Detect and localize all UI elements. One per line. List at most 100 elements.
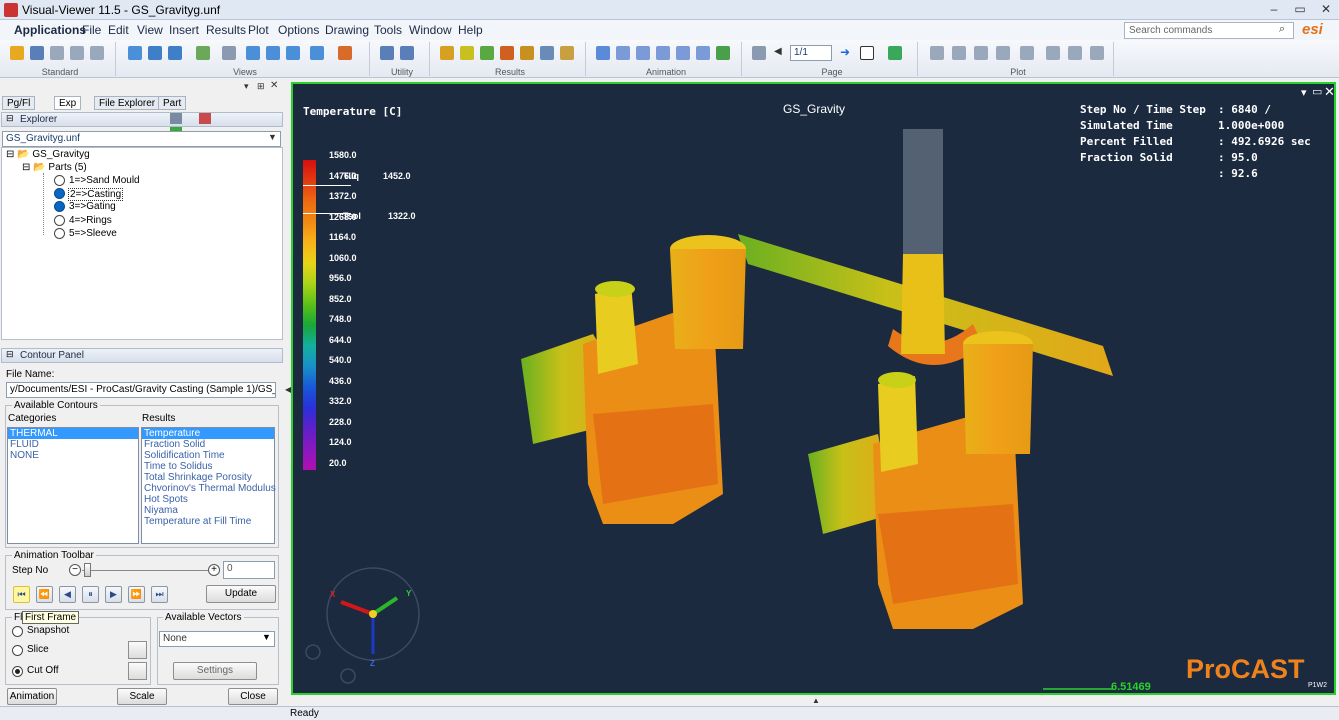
menu-view[interactable]: View xyxy=(137,23,163,37)
next-frame-button[interactable]: ▶ xyxy=(105,586,122,603)
step-slider-thumb[interactable] xyxy=(84,563,91,577)
plot-trend-icon[interactable] xyxy=(1068,46,1082,60)
anim-first-icon[interactable] xyxy=(616,46,630,60)
prev-frame-button[interactable]: ◀ xyxy=(59,586,76,603)
settings-button[interactable]: Settings xyxy=(173,662,257,680)
part-toggle-4[interactable] xyxy=(54,215,65,226)
plot-curve-icon[interactable] xyxy=(952,46,966,60)
tab-exp[interactable]: Exp xyxy=(54,96,82,110)
contour-icon[interactable] xyxy=(440,46,454,60)
plot-axis-icon[interactable] xyxy=(974,46,988,60)
3d-viewport[interactable]: Temperature [C] GS_Gravity ▾ ▭ ✕ 1580.0 1… xyxy=(291,82,1336,695)
minimize-button[interactable]: – xyxy=(1261,0,1287,18)
viewport-close-icon[interactable]: ✕ xyxy=(1324,84,1335,100)
result-temperature[interactable]: Temperature xyxy=(142,428,274,439)
close-panel-button[interactable]: Close xyxy=(228,688,278,705)
part-toggle-1[interactable] xyxy=(54,175,65,186)
part-toggle-2[interactable] xyxy=(54,188,65,199)
copy-icon[interactable] xyxy=(70,46,84,60)
menu-results[interactable]: Results xyxy=(206,23,246,37)
page-icon[interactable] xyxy=(752,46,766,60)
slice-radio[interactable] xyxy=(12,645,23,656)
open-icon[interactable] xyxy=(10,46,24,60)
category-thermal[interactable]: THERMAL xyxy=(8,428,138,439)
center-icon[interactable] xyxy=(286,46,300,60)
plot-new-icon[interactable] xyxy=(930,46,944,60)
anim-play-icon[interactable] xyxy=(676,46,690,60)
part-2[interactable]: 2=>Casting xyxy=(68,188,124,201)
fit-icon[interactable] xyxy=(246,46,260,60)
file-name-field[interactable]: y/Documents/ESI - ProCast/Gravity Castin… xyxy=(6,382,276,398)
update-button[interactable]: Update xyxy=(206,585,276,603)
layout-icon[interactable] xyxy=(860,46,874,60)
part-4[interactable]: 4=>Rings xyxy=(69,215,112,226)
cut-plane-icon[interactable] xyxy=(480,46,494,60)
menu-options[interactable]: Options xyxy=(278,23,319,37)
save-icon[interactable] xyxy=(30,46,44,60)
sort-icon[interactable] xyxy=(199,113,212,124)
measure-icon[interactable] xyxy=(380,46,394,60)
search-icon[interactable]: ⌕ xyxy=(1279,23,1285,36)
maximize-button[interactable]: ▭ xyxy=(1287,0,1313,18)
anim-back-icon[interactable] xyxy=(636,46,650,60)
isosurface-icon[interactable] xyxy=(460,46,474,60)
paste-icon[interactable] xyxy=(90,46,104,60)
result-total-shrinkage[interactable]: Total Shrinkage Porosity xyxy=(142,472,274,483)
viewport-dropdown-icon[interactable]: ▾ xyxy=(1301,86,1307,99)
next-page-icon[interactable]: ➜ xyxy=(840,45,850,59)
move-icon[interactable] xyxy=(310,46,324,60)
result-time-to-solidus[interactable]: Time to Solidus xyxy=(142,461,274,472)
anim-export-icon[interactable] xyxy=(716,46,730,60)
pause-button[interactable]: ⏸ xyxy=(82,586,99,603)
pane-dropdown-icon[interactable]: ▾ xyxy=(244,81,249,92)
category-fluid[interactable]: FLUID xyxy=(8,439,138,450)
result-chvorinov[interactable]: Chvorinov's Thermal Modulus xyxy=(142,483,276,494)
casting-model[interactable] xyxy=(293,84,1334,693)
menu-plot[interactable]: Plot xyxy=(248,23,269,37)
step-decrease-icon[interactable]: − xyxy=(69,564,81,576)
menu-help[interactable]: Help xyxy=(458,23,483,37)
part-1[interactable]: 1=>Sand Mould xyxy=(69,175,140,186)
result-hot-spots[interactable]: Hot Spots xyxy=(142,494,274,505)
explorer-file-combo[interactable]: GS_Gravityg.unf xyxy=(2,131,281,147)
zoom-icon[interactable] xyxy=(222,46,236,60)
cutoff-radio[interactable] xyxy=(12,666,23,677)
first-frame-button[interactable]: ⏮ xyxy=(13,586,30,603)
rotate-icon[interactable] xyxy=(196,46,210,60)
menu-insert[interactable]: Insert xyxy=(169,23,199,37)
cutoff-settings-icon[interactable] xyxy=(128,662,147,680)
probe-icon[interactable] xyxy=(520,46,534,60)
result-solidification-time[interactable]: Solidification Time xyxy=(142,450,274,461)
cut-icon[interactable] xyxy=(50,46,64,60)
snapshot-radio[interactable] xyxy=(12,626,23,637)
menu-drawing[interactable]: Drawing xyxy=(325,23,369,37)
tab-file-explorer[interactable]: File Explorer xyxy=(94,96,161,110)
part-5[interactable]: 5=>Sleeve xyxy=(69,228,117,239)
vectors-chevron-icon[interactable]: ▼ xyxy=(262,632,271,642)
scale-button[interactable]: Scale xyxy=(117,688,167,705)
zoom-out-icon[interactable] xyxy=(340,668,356,684)
page-selector[interactable]: 1/1 xyxy=(790,45,832,61)
menu-tools[interactable]: Tools xyxy=(374,23,402,37)
plot-line-icon[interactable] xyxy=(1020,46,1034,60)
plot-export-icon[interactable] xyxy=(1090,46,1104,60)
viewport-collapse-icon[interactable]: ▲ xyxy=(812,696,820,705)
plot-bar-icon[interactable] xyxy=(996,46,1010,60)
step-increase-icon[interactable]: + xyxy=(208,564,220,576)
tree-root[interactable]: ⊟ 📂 GS_Gravityg xyxy=(6,149,90,160)
view-side-icon[interactable] xyxy=(168,46,182,60)
menu-applications[interactable]: Applications xyxy=(14,23,86,37)
pane-close-icon[interactable]: ✕ xyxy=(270,80,278,91)
vector-icon[interactable] xyxy=(500,46,514,60)
plot-xy-icon[interactable] xyxy=(1046,46,1060,60)
chevron-down-icon[interactable]: ▼ xyxy=(268,132,277,142)
pane-pin-icon[interactable]: ⊞ xyxy=(257,81,265,92)
anim-last-icon[interactable] xyxy=(696,46,710,60)
step-back-button[interactable]: ⏪ xyxy=(36,586,53,603)
anim-pause-icon[interactable] xyxy=(656,46,670,60)
result-niyama[interactable]: Niyama xyxy=(142,505,274,516)
viewport-restore-icon[interactable]: ▭ xyxy=(1312,85,1322,98)
render-icon[interactable] xyxy=(338,46,352,60)
snapshot-page-icon[interactable] xyxy=(888,46,902,60)
tab-pg-fl[interactable]: Pg/Fl xyxy=(2,96,36,110)
